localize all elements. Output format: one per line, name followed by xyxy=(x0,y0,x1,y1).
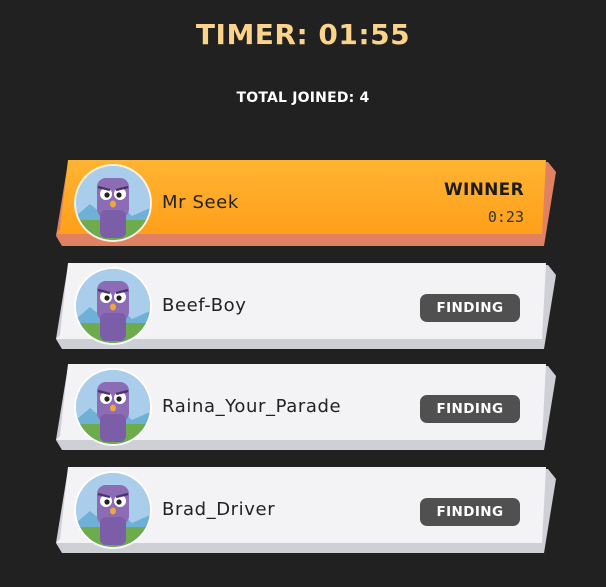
player-name: Mr Seek xyxy=(162,192,239,213)
finding-badge: FINDING xyxy=(420,395,520,423)
player-card-winner: Mr Seek WINNER 0:23 xyxy=(56,160,558,246)
avatar xyxy=(76,269,150,343)
purple-owl-avatar-icon xyxy=(76,473,150,547)
player-card: Raina_Your_Parade FINDING xyxy=(56,364,558,450)
player-name: Brad_Driver xyxy=(162,499,276,520)
avatar xyxy=(76,370,150,444)
winner-label: WINNER xyxy=(443,180,524,200)
purple-owl-avatar-icon xyxy=(76,269,150,343)
winner-time: 0:23 xyxy=(487,208,524,226)
player-name: Raina_Your_Parade xyxy=(162,396,342,417)
finding-badge: FINDING xyxy=(420,294,520,322)
avatar xyxy=(76,473,150,547)
player-name: Beef-Boy xyxy=(162,295,247,316)
player-card: Brad_Driver FINDING xyxy=(56,467,558,553)
player-card: Beef-Boy FINDING xyxy=(56,263,558,349)
avatar xyxy=(76,166,150,240)
finding-badge: FINDING xyxy=(420,498,520,526)
purple-owl-avatar-icon xyxy=(76,370,150,444)
timer-title: TIMER: 01:55 xyxy=(195,18,411,51)
total-joined-count: TOTAL JOINED: 4 xyxy=(236,90,370,106)
purple-owl-avatar-icon xyxy=(76,166,150,240)
